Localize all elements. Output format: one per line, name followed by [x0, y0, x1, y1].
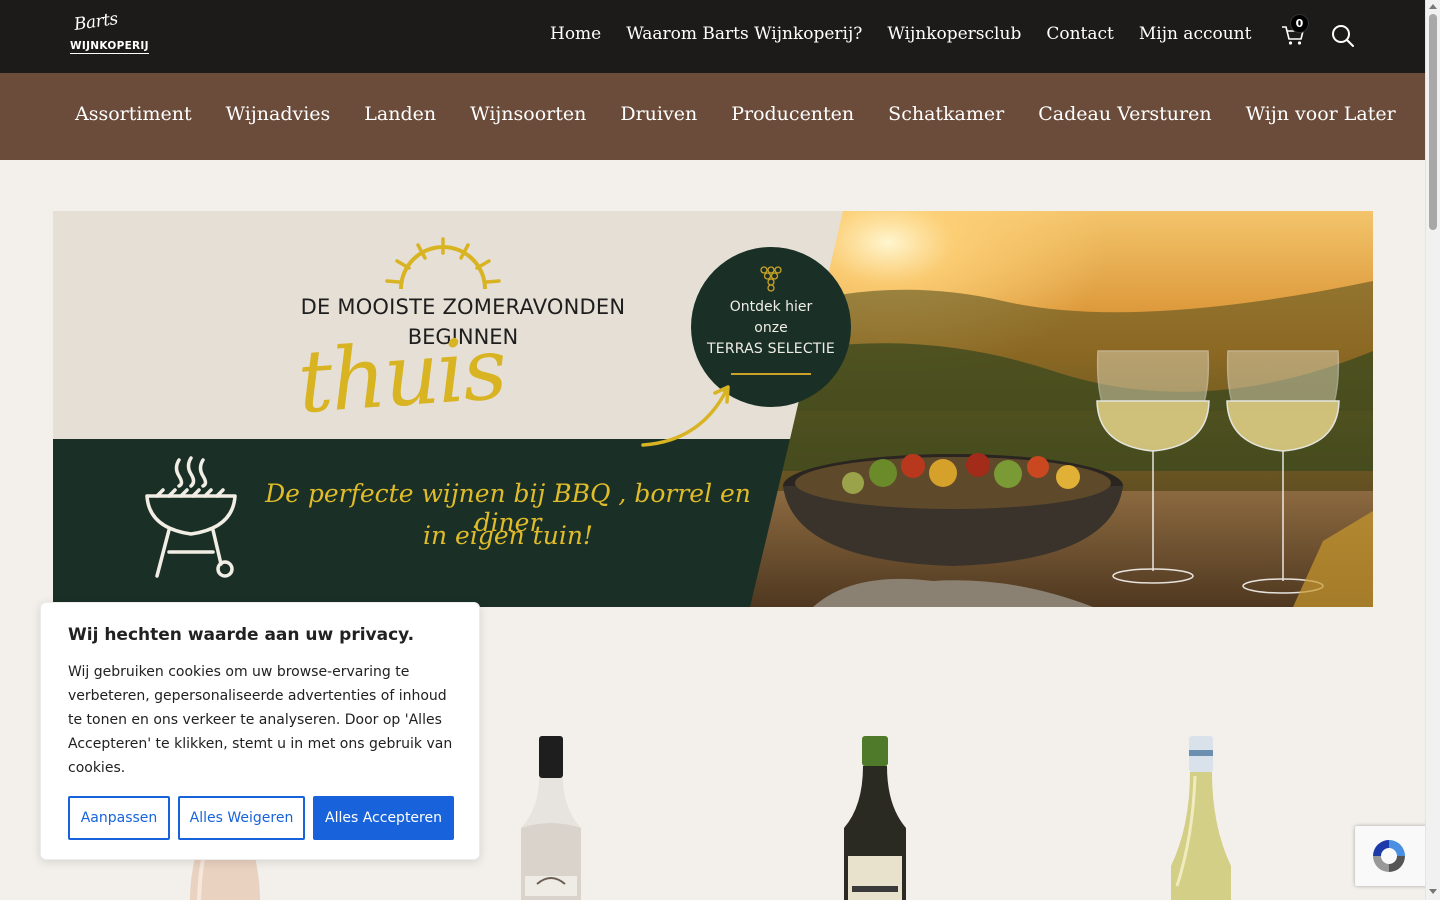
logo-script: Barts: [72, 9, 119, 35]
hero-banner[interactable]: DE MOOISTE ZOMERAVONDEN BEGINNEN thuis O…: [53, 211, 1373, 607]
mainnav-wijnadvies[interactable]: Wijnadvies: [226, 103, 331, 125]
cookie-title: Wij hechten waarde aan uw privacy.: [68, 625, 415, 645]
page-scrollbar[interactable]: [1425, 0, 1440, 900]
mainnav-schatkamer[interactable]: Schatkamer: [888, 103, 1004, 125]
product-bottle-4[interactable]: [1165, 736, 1237, 900]
mainnav-wijn-voor-later[interactable]: Wijn voor Later: [1246, 103, 1396, 125]
nav-mijn-account[interactable]: Mijn account: [1139, 24, 1252, 44]
product-bottle-2[interactable]: [515, 736, 587, 900]
nav-home[interactable]: Home: [550, 24, 601, 44]
bbq-grill-icon: [145, 456, 237, 578]
product-bottle-3[interactable]: [836, 736, 914, 900]
cookie-reject-button[interactable]: Alles Weigeren: [178, 796, 305, 840]
badge-line-3: TERRAS SELECTIE: [707, 341, 835, 357]
mainnav-cadeau-versturen[interactable]: Cadeau Versturen: [1038, 103, 1211, 125]
scroll-down-arrow-icon[interactable]: [1429, 889, 1437, 894]
recaptcha-badge[interactable]: [1355, 826, 1430, 886]
scroll-up-arrow-icon[interactable]: [1429, 4, 1437, 9]
banner-script-word: thuis: [294, 318, 509, 434]
cookie-text: Wij gebruiken cookies om uw browse-ervar…: [68, 664, 453, 776]
arrow-icon: [641, 385, 730, 447]
cookie-accept-button[interactable]: Alles Accepteren: [313, 796, 454, 840]
banner-tagline-2: in eigen tuin!: [423, 521, 593, 550]
sun-icon: [385, 237, 501, 290]
scrollbar-thumb[interactable]: [1429, 14, 1437, 230]
cart-count-badge: 0: [1290, 14, 1309, 33]
mainnav-assortiment[interactable]: Assortiment: [75, 103, 192, 125]
badge-rule: [731, 373, 811, 375]
badge-line-1: Ontdek hier: [729, 299, 813, 315]
cookie-customize-button[interactable]: Aanpassen: [68, 796, 170, 840]
search-icon[interactable]: [1331, 24, 1355, 48]
cookie-consent-dialog: Wij hechten waarde aan uw privacy. Wij g…: [40, 602, 480, 860]
badge-line-2: onze: [754, 320, 788, 336]
mainnav-landen[interactable]: Landen: [364, 103, 436, 125]
main-nav: Assortiment Wijnadvies Landen Wijnsoorte…: [0, 73, 1425, 160]
recaptcha-icon: [1373, 840, 1405, 872]
top-nav: Home Waarom Barts Wijnkoperij? Wijnkoper…: [550, 24, 1251, 44]
logo[interactable]: Barts WIJNKOPERIJ: [70, 9, 149, 60]
top-bar: Barts WIJNKOPERIJ Home Waarom Barts Wijn…: [0, 0, 1425, 73]
mainnav-producenten[interactable]: Producenten: [731, 103, 854, 125]
nav-waarom[interactable]: Waarom Barts Wijnkoperij?: [626, 24, 862, 44]
nav-wijnkopersclub[interactable]: Wijnkopersclub: [887, 24, 1021, 44]
nav-contact[interactable]: Contact: [1046, 24, 1114, 44]
banner-headline-1: DE MOOISTE ZOMERAVONDEN: [300, 295, 626, 319]
logo-word: WIJNKOPERIJ: [70, 40, 149, 54]
mainnav-wijnsoorten[interactable]: Wijnsoorten: [470, 103, 586, 125]
mainnav-druiven[interactable]: Druiven: [620, 103, 697, 125]
grape-icon: [760, 266, 782, 292]
